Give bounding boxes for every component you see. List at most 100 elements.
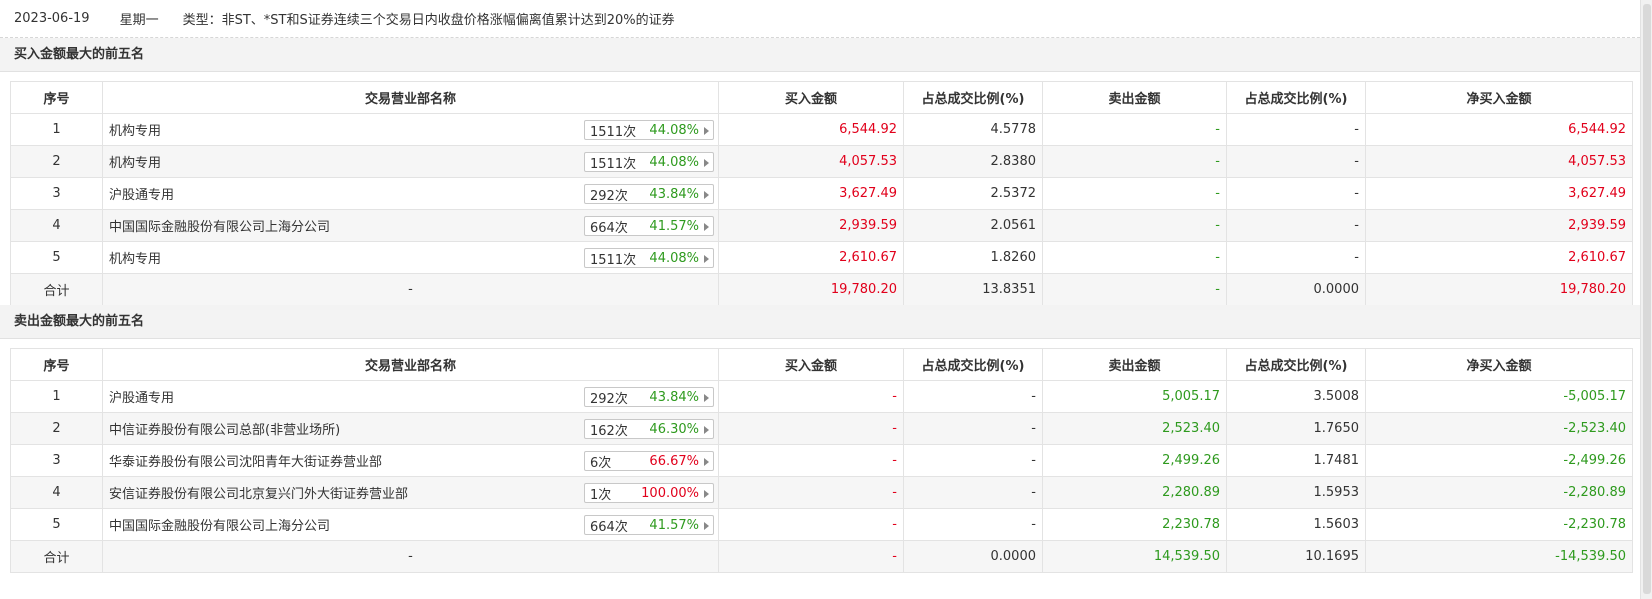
- caret-right-icon: [704, 255, 709, 263]
- table-row: 5 机构专用 1511次 44.08% 2,610.67 1.8260- -2,610.67: [10, 241, 1633, 274]
- branch-times: 1511次: [590, 124, 637, 140]
- vertical-scrollbar[interactable]: [1640, 0, 1652, 599]
- col-buy-amount: 买入金额: [718, 348, 904, 381]
- branch-name-link[interactable]: 沪股通专用: [109, 188, 174, 203]
- branch-times: 664次: [590, 220, 628, 236]
- report-date: 2023-06-19: [14, 11, 90, 26]
- rank-cell: 1: [10, 113, 103, 146]
- total-buy-amount-cell: 19,780.20: [718, 273, 904, 306]
- rank-cell: 4: [10, 476, 103, 509]
- sell-amount-cell: 5,005.17: [1042, 380, 1227, 413]
- col-sell-ratio: 占总成交比例(%): [1226, 348, 1366, 381]
- branch-name-cell: 机构专用 1511次 44.08%: [102, 145, 719, 178]
- total-row: 合计 -19,780.20 13.8351-0.0000 19,780.20: [10, 273, 1633, 306]
- total-buy-ratio-cell: 13.8351: [903, 273, 1043, 306]
- sell-ratio-cell: -: [1226, 209, 1366, 242]
- net-amount-cell: 2,610.67: [1365, 241, 1633, 274]
- caret-right-icon: [704, 394, 709, 402]
- buy-ratio-cell: 2.5372: [903, 177, 1043, 210]
- caret-right-icon: [704, 159, 709, 167]
- scrollbar-thumb[interactable]: [1643, 4, 1651, 594]
- branch-stats-badge[interactable]: 292次 43.84%: [584, 387, 714, 407]
- branch-stats-badge[interactable]: 664次 41.57%: [584, 515, 714, 535]
- buy-amount-cell: 2,939.59: [718, 209, 904, 242]
- buy-amount-cell: 4,057.53: [718, 145, 904, 178]
- branch-stats-badge[interactable]: 664次 41.57%: [584, 216, 714, 236]
- branch-name-link[interactable]: 机构专用: [109, 156, 161, 171]
- col-branch-name: 交易营业部名称: [102, 348, 719, 381]
- buy-amount-cell: -: [718, 444, 904, 477]
- rank-cell: 1: [10, 380, 103, 413]
- col-buy-ratio: 占总成交比例(%): [903, 348, 1043, 381]
- buy-ratio-cell: -: [903, 476, 1043, 509]
- sell-amount-cell: -: [1042, 177, 1227, 210]
- net-amount-cell: -2,499.26: [1365, 444, 1633, 477]
- col-buy-ratio: 占总成交比例(%): [903, 81, 1043, 114]
- branch-name-link[interactable]: 中信证券股份有限公司总部(非营业场所): [109, 423, 340, 438]
- buy-ratio-cell: -: [903, 380, 1043, 413]
- caret-right-icon: [704, 191, 709, 199]
- buy-amount-cell: 6,544.92: [718, 113, 904, 146]
- col-sell-ratio: 占总成交比例(%): [1226, 81, 1366, 114]
- branch-times: 664次: [590, 519, 628, 535]
- buy-amount-cell: 3,627.49: [718, 177, 904, 210]
- branch-stats-badge[interactable]: 6次 66.67%: [584, 451, 714, 471]
- branch-name-cell: 沪股通专用 292次 43.84%: [102, 177, 719, 210]
- branch-name-link[interactable]: 中国国际金融股份有限公司上海分公司: [109, 519, 330, 534]
- sell-top5-table: 序号 交易营业部名称 买入金额 占总成交比例(%) 卖出金额 占总成交比例(%)…: [10, 348, 1633, 573]
- table-row: 4 中国国际金融股份有限公司上海分公司 664次 41.57% 2,939.59 2.05…: [10, 209, 1633, 242]
- caret-right-icon: [704, 490, 709, 498]
- table-row: 3 沪股通专用 292次 43.84% 3,627.49 2.5372- -3,627.49: [10, 177, 1633, 210]
- branch-stats-badge[interactable]: 1511次 44.08%: [584, 152, 714, 172]
- report-type: 类型：非ST、*ST和S证券连续三个交易日内收盘价格涨幅偏离值累计达到20%的证…: [182, 13, 675, 28]
- total-sell-amount-cell: 14,539.50: [1042, 540, 1227, 573]
- col-rank: 序号: [10, 348, 103, 381]
- branch-times: 292次: [590, 188, 628, 204]
- col-rank: 序号: [10, 81, 103, 114]
- buy-amount-cell: -: [718, 380, 904, 413]
- branch-name-cell: 安信证券股份有限公司北京复兴门外大街证券营业部 1次 100.00%: [102, 476, 719, 509]
- branch-name-link[interactable]: 机构专用: [109, 124, 161, 139]
- net-amount-cell: -2,230.78: [1365, 508, 1633, 541]
- branch-times: 162次: [590, 423, 628, 439]
- branch-stats-badge[interactable]: 1次 100.00%: [584, 483, 714, 503]
- sell-amount-cell: 2,499.26: [1042, 444, 1227, 477]
- buy-ratio-cell: 2.0561: [903, 209, 1043, 242]
- net-amount-cell: 4,057.53: [1365, 145, 1633, 178]
- branch-name-link[interactable]: 沪股通专用: [109, 391, 174, 406]
- branch-stats-badge[interactable]: 1511次 44.08%: [584, 120, 714, 140]
- total-buy-ratio-cell: 0.0000: [903, 540, 1043, 573]
- branch-times: 6次: [590, 455, 612, 471]
- total-name-cell: -: [102, 273, 719, 306]
- sell-amount-cell: 2,280.89: [1042, 476, 1227, 509]
- sell-ratio-cell: -: [1226, 177, 1366, 210]
- branch-name-link[interactable]: 华泰证券股份有限公司沈阳青年大街证券营业部: [109, 455, 382, 470]
- total-net-amount-cell: 19,780.20: [1365, 273, 1633, 306]
- col-branch-name: 交易营业部名称: [102, 81, 719, 114]
- branch-stats-badge[interactable]: 292次 43.84%: [584, 184, 714, 204]
- caret-right-icon: [704, 127, 709, 135]
- branch-name-cell: 中国国际金融股份有限公司上海分公司 664次 41.57%: [102, 508, 719, 541]
- net-amount-cell: 6,544.92: [1365, 113, 1633, 146]
- buy-ratio-cell: 1.8260: [903, 241, 1043, 274]
- branch-times: 292次: [590, 391, 628, 407]
- table-row: 4 安信证券股份有限公司北京复兴门外大街证券营业部 1次 100.00% - -2,280…: [10, 476, 1633, 509]
- rank-cell: 2: [10, 145, 103, 178]
- branch-name-link[interactable]: 安信证券股份有限公司北京复兴门外大街证券营业部: [109, 487, 408, 502]
- total-label-cell: 合计: [10, 273, 103, 306]
- table-row: 3 华泰证券股份有限公司沈阳青年大街证券营业部 6次 66.67% - -2,499.26…: [10, 444, 1633, 477]
- buy-amount-cell: -: [718, 412, 904, 445]
- branch-stats-badge[interactable]: 162次 46.30%: [584, 419, 714, 439]
- rank-cell: 2: [10, 412, 103, 445]
- col-sell-amount: 卖出金额: [1042, 348, 1227, 381]
- branch-stats-badge[interactable]: 1511次 44.08%: [584, 248, 714, 268]
- buy-ratio-cell: -: [903, 444, 1043, 477]
- rank-cell: 5: [10, 508, 103, 541]
- total-sell-ratio-cell: 0.0000: [1226, 273, 1366, 306]
- buy-ratio-cell: -: [903, 508, 1043, 541]
- branch-name-link[interactable]: 机构专用: [109, 252, 161, 267]
- table-row: 2 机构专用 1511次 44.08% 4,057.53 2.8380- -4,057.53: [10, 145, 1633, 178]
- branch-name-link[interactable]: 中国国际金融股份有限公司上海分公司: [109, 220, 330, 235]
- branch-name-cell: 华泰证券股份有限公司沈阳青年大街证券营业部 6次 66.67%: [102, 444, 719, 477]
- sell-ratio-cell: -: [1226, 241, 1366, 274]
